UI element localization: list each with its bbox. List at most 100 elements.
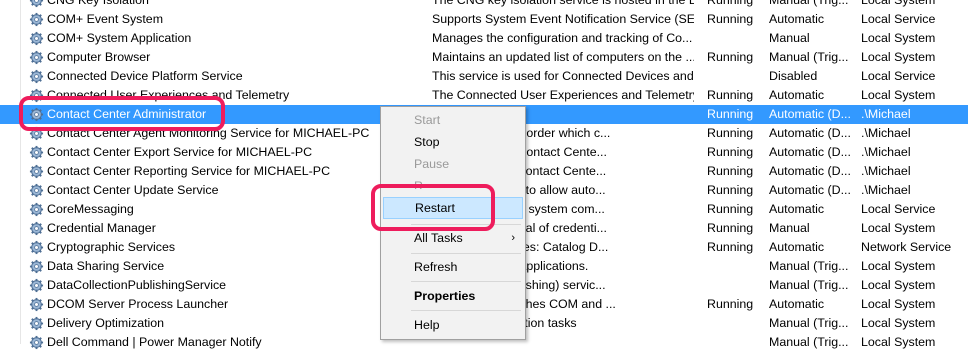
- service-description: The Connected User Experiences and Telem…: [432, 88, 694, 102]
- service-row[interactable]: Connected Device Platform Service This se…: [0, 67, 968, 86]
- service-row[interactable]: COM+ Event System Supports System Event N…: [0, 10, 968, 29]
- service-status: Running: [707, 50, 754, 64]
- menu-item-restart[interactable]: Restart: [383, 197, 523, 219]
- gear-icon: [28, 29, 46, 48]
- service-startup-type: Automatic (D...: [769, 126, 851, 140]
- gear-icon: [28, 0, 46, 10]
- menu-separator: [411, 253, 521, 254]
- service-log-on-as: Network Service: [861, 240, 952, 254]
- menu-item-stop[interactable]: Stop: [383, 131, 523, 153]
- menu-item-all-tasks-label: All Tasks: [414, 231, 463, 245]
- service-name: CoreMessaging: [47, 202, 134, 216]
- service-name: COM+ System Application: [47, 31, 192, 45]
- service-startup-type: Automatic: [769, 240, 825, 254]
- service-log-on-as: Local System: [861, 335, 936, 349]
- service-startup-type: Automatic: [769, 88, 825, 102]
- service-status: Running: [707, 297, 754, 311]
- gear-icon: [28, 105, 46, 124]
- service-description: Manages the configuration and tracking o…: [432, 31, 693, 45]
- service-status: Running: [707, 0, 754, 7]
- service-status: Running: [707, 240, 754, 254]
- service-row[interactable]: COM+ System Application Manages the confi…: [0, 29, 968, 48]
- menu-item-help[interactable]: Help: [383, 314, 523, 336]
- service-name: Delivery Optimization: [47, 316, 165, 330]
- menu-separator: [411, 281, 521, 282]
- service-log-on-as: .\Michael: [861, 164, 911, 178]
- menu-item-pause[interactable]: Pause: [383, 153, 523, 175]
- service-name: Connected Device Platform Service: [47, 69, 243, 83]
- service-log-on-as: Local Service: [861, 12, 936, 26]
- service-name: Contact Center Administrator: [47, 107, 207, 121]
- service-startup-type: Automatic (D...: [769, 145, 851, 159]
- service-log-on-as: .\Michael: [861, 145, 911, 159]
- service-name: DCOM Server Process Launcher: [47, 297, 229, 311]
- service-startup-type: Manual (Trig...: [769, 50, 849, 64]
- gear-icon: [28, 48, 46, 67]
- menu-item-start[interactable]: Start: [383, 109, 523, 131]
- service-row[interactable]: CNG Key Isolation The CNG key isolation s…: [0, 0, 968, 10]
- gear-icon: [28, 143, 46, 162]
- service-name: Data Sharing Service: [47, 259, 165, 273]
- service-log-on-as: Local System: [861, 0, 936, 7]
- gear-icon: [28, 67, 46, 86]
- service-startup-type: Manual (Trig...: [769, 335, 849, 349]
- menu-separator: [411, 310, 521, 311]
- service-status: [707, 314, 765, 333]
- service-status: Running: [707, 164, 754, 178]
- service-startup-type: Automatic (D...: [769, 164, 851, 178]
- gear-icon: [28, 257, 46, 276]
- service-name: Credential Manager: [47, 221, 156, 235]
- gear-icon: [28, 86, 46, 105]
- service-name: Dell Command | Power Manager Notify: [47, 335, 262, 349]
- menu-item-all-tasks[interactable]: All Tasks ›: [383, 227, 523, 249]
- service-startup-type: Manual (Trig...: [769, 278, 849, 292]
- service-log-on-as: Local System: [861, 88, 936, 102]
- menu-item-resume[interactable]: R: [383, 175, 523, 189]
- gear-icon: [28, 314, 46, 333]
- service-log-on-as: Local Service: [861, 202, 936, 216]
- service-row[interactable]: Computer Browser Maintains an updated lis…: [0, 48, 968, 67]
- service-row[interactable]: Connected User Experiences and Telemetry…: [0, 86, 968, 105]
- service-log-on-as: .\Michael: [861, 126, 911, 140]
- gear-icon: [28, 200, 46, 219]
- service-status: Running: [707, 145, 754, 159]
- service-name: Connected User Experiences and Telemetry: [47, 88, 290, 102]
- gear-icon: [28, 238, 46, 257]
- service-startup-type: Manual (Trig...: [769, 0, 849, 7]
- service-status: Running: [707, 88, 754, 102]
- gear-icon: [28, 333, 46, 352]
- menu-item-properties[interactable]: Properties: [383, 285, 523, 307]
- service-log-on-as: Local System: [861, 316, 936, 330]
- service-startup-type: Automatic (D...: [769, 183, 851, 197]
- service-startup-type: Manual: [769, 31, 810, 45]
- service-status: Running: [707, 12, 754, 26]
- service-log-on-as: Local System: [861, 278, 936, 292]
- service-name: Computer Browser: [47, 50, 151, 64]
- service-status: [707, 67, 765, 86]
- service-name: COM+ Event System: [47, 12, 164, 26]
- service-name: CNG Key Isolation: [47, 0, 149, 7]
- service-description: Supports System Event Notification Servi…: [432, 12, 694, 26]
- service-status: [707, 29, 765, 48]
- gear-icon: [28, 295, 46, 314]
- service-status: Running: [707, 107, 754, 121]
- submenu-arrow-icon: ›: [511, 232, 515, 244]
- service-name: Contact Center Export Service for MICHAE…: [47, 145, 313, 159]
- gear-icon: [28, 181, 46, 200]
- service-description: The CNG key isolation service is hosted …: [432, 0, 694, 7]
- service-name: Contact Center Update Service: [47, 183, 219, 197]
- gear-icon: [28, 219, 46, 238]
- service-startup-type: Disabled: [769, 69, 818, 83]
- gear-icon: [28, 162, 46, 181]
- service-log-on-as: .\Michael: [861, 183, 911, 197]
- service-startup-type: Automatic: [769, 297, 825, 311]
- service-log-on-as: Local System: [861, 50, 936, 64]
- service-status: Running: [707, 126, 754, 140]
- service-log-on-as: Local Service: [861, 69, 936, 83]
- service-status: Running: [707, 202, 754, 216]
- service-startup-type: Automatic: [769, 12, 825, 26]
- service-status: [707, 333, 765, 352]
- service-startup-type: Manual: [769, 221, 810, 235]
- menu-item-refresh[interactable]: Refresh: [383, 256, 523, 278]
- service-startup-type: Manual (Trig...: [769, 259, 849, 273]
